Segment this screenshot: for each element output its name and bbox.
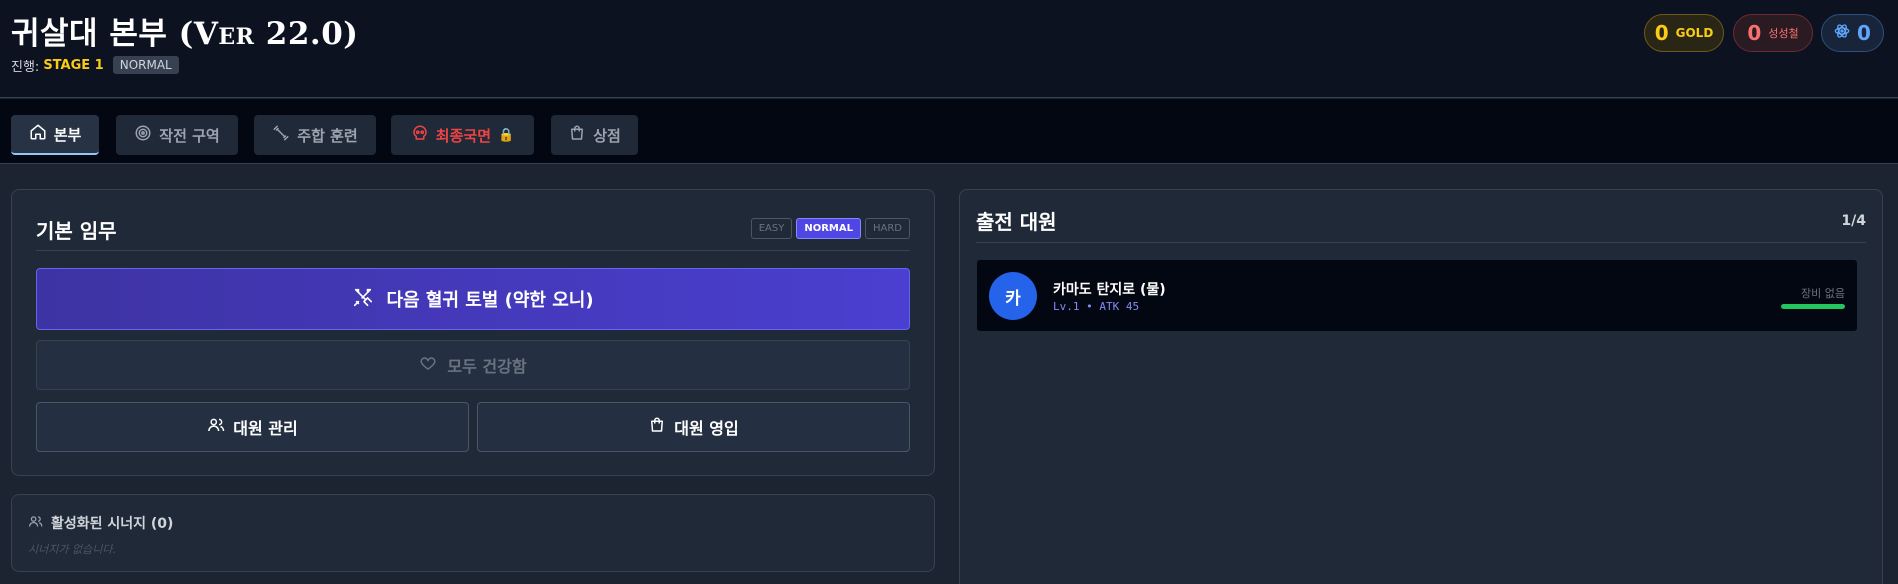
progress-row: 진행: STAGE 1 NORMAL xyxy=(11,55,179,75)
crystal-counter: 0 xyxy=(1821,14,1884,52)
tab-label: 최종국면 xyxy=(435,126,491,145)
squad-member-card[interactable]: 카 카마도 탄지로 (물) Lv.1 • ATK 45 장비 없음 xyxy=(976,259,1858,332)
page-title: 귀살대 본부 (Ver 22.0) xyxy=(11,8,358,53)
heal-label: 모두 건강함 xyxy=(447,357,527,376)
lock-icon: 🔒 xyxy=(498,127,515,143)
recruit-button[interactable]: 대원 영입 xyxy=(477,402,910,452)
progress-label: 진행: xyxy=(11,59,40,75)
users-icon xyxy=(207,416,225,438)
target-icon xyxy=(134,124,152,146)
divider xyxy=(976,242,1866,243)
mission-panel: 기본 임무 EASY NORMAL HARD 다음 혈귀 토벌 (약한 오니) … xyxy=(11,189,935,476)
tab-training[interactable]: 주합 훈련 xyxy=(254,115,376,155)
heart-icon xyxy=(419,354,437,376)
tab-final-phase[interactable]: 최종국면 🔒 xyxy=(391,115,534,155)
synergy-header: 활성화된 시너지 (0) xyxy=(28,513,173,533)
gold-counter: 0 GOLD xyxy=(1644,14,1724,52)
tab-label: 상점 xyxy=(593,126,621,145)
tab-label: 본부 xyxy=(53,125,82,144)
gold-value: 0 xyxy=(1654,21,1669,45)
synergy-panel: 활성화된 시너지 (0) 시너지가 없습니다. xyxy=(11,494,935,572)
difficulty-hard[interactable]: HARD xyxy=(864,218,910,239)
tab-label: 작전 구역 xyxy=(159,126,220,145)
next-battle-button[interactable]: 다음 혈귀 토벌 (약한 오니) xyxy=(36,268,910,330)
hp-bar-fill xyxy=(1781,304,1845,309)
synergy-empty-text: 시너지가 없습니다. xyxy=(28,543,116,556)
crystal-value: 0 xyxy=(1857,21,1871,45)
crossed-swords-icon xyxy=(352,286,374,313)
member-stats: Lv.1 • ATK 45 xyxy=(1053,300,1140,313)
title-text: 귀살대 본부 ( xyxy=(11,16,194,52)
squad-title: 출전 대원 xyxy=(976,210,1057,234)
tab-shop[interactable]: 상점 xyxy=(551,115,638,155)
atom-icon xyxy=(1834,23,1850,43)
tab-bar: 본부 작전 구역 주합 훈련 최종국면 🔒 상점 xyxy=(0,99,1898,164)
stage-indicator: STAGE 1 xyxy=(43,57,104,73)
tab-label: 주합 훈련 xyxy=(297,126,358,145)
synergy-title: 활성화된 시너지 (0) xyxy=(51,516,174,532)
dumbbell-icon xyxy=(272,124,290,146)
home-icon xyxy=(29,123,47,145)
heal-all-button: 모두 건강함 xyxy=(36,340,910,390)
app-root: 귀살대 본부 (Ver 22.0) 진행: STAGE 1 NORMAL 0 G… xyxy=(0,0,1898,584)
bag-icon xyxy=(648,416,666,438)
tab-headquarters[interactable]: 본부 xyxy=(11,115,99,155)
avatar: 카 xyxy=(989,272,1037,320)
recruit-label: 대원 영입 xyxy=(674,419,739,438)
hp-bar xyxy=(1781,304,1845,309)
divider xyxy=(36,250,910,251)
version-text: Ver 22.0 xyxy=(193,16,344,52)
equipment-label: 장비 없음 xyxy=(1801,287,1845,300)
bag-icon xyxy=(568,124,586,146)
gold-label: GOLD xyxy=(1675,26,1714,40)
squad-panel: 출전 대원 1/4 카 카마도 탄지로 (물) Lv.1 • ATK 45 장비… xyxy=(959,189,1883,584)
steel-value: 0 xyxy=(1747,21,1762,45)
steel-label: 성성철 xyxy=(1768,27,1799,40)
header: 귀살대 본부 (Ver 22.0) 진행: STAGE 1 NORMAL 0 G… xyxy=(0,0,1898,98)
difficulty-easy[interactable]: EASY xyxy=(750,218,793,239)
title-close: ) xyxy=(343,16,359,52)
skull-icon xyxy=(411,124,429,146)
mission-title: 기본 임무 xyxy=(36,219,117,243)
difficulty-normal[interactable]: NORMAL xyxy=(796,218,861,239)
manage-squad-button[interactable]: 대원 관리 xyxy=(36,402,469,452)
manage-label: 대원 관리 xyxy=(233,419,298,438)
difficulty-badge: NORMAL xyxy=(112,56,179,74)
member-name: 카마도 탄지로 (물) xyxy=(1053,282,1166,298)
steel-counter: 0 성성철 xyxy=(1733,14,1813,52)
users-icon xyxy=(28,514,43,533)
next-battle-label: 다음 혈귀 토벌 (약한 오니) xyxy=(386,290,594,311)
tab-operations[interactable]: 작전 구역 xyxy=(116,115,238,155)
squad-count: 1/4 xyxy=(1841,213,1866,229)
difficulty-switch: EASY NORMAL HARD xyxy=(750,218,910,239)
